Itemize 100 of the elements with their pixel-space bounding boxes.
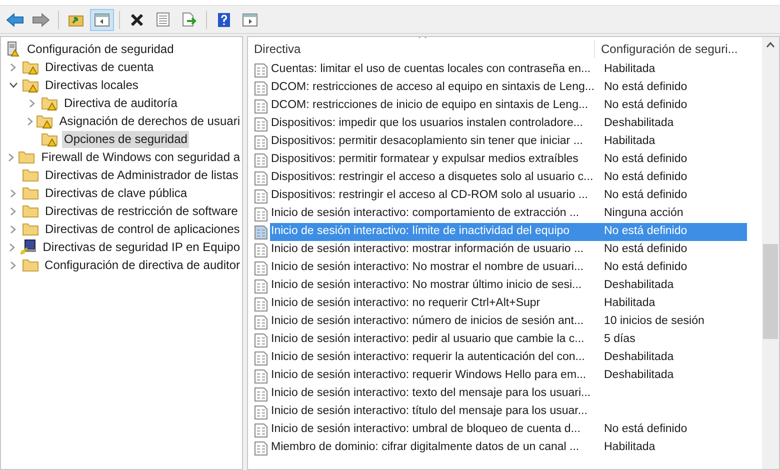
tree-item[interactable]: Asignación de derechos de usuari — [57, 112, 242, 130]
tree-item[interactable]: Directivas de seguridad IP en Equipo — [40, 238, 242, 256]
policy-setting: No está definido — [603, 422, 688, 438]
policy-name: Inicio de sesión interactivo: requerir Windows Hello para em... — [270, 368, 588, 384]
expand-chevron-icon[interactable] — [26, 115, 34, 127]
expand-chevron-icon[interactable] — [7, 241, 17, 253]
scroll-up-icon[interactable] — [766, 42, 775, 48]
tree-item[interactable]: Directivas de Administrador de listas — [43, 166, 240, 184]
tree-item[interactable]: Opciones de seguridad — [62, 130, 190, 148]
folder-icon — [18, 149, 36, 165]
policy-name: Inicio de sesión interactivo: comportamiento de extracción ... — [270, 206, 580, 222]
scroll-thumb[interactable] — [763, 244, 778, 339]
policy-name: Miembro de dominio: cifrar digitalmente datos de un canal ... — [270, 440, 580, 456]
policy-name: Inicio de sesión interactivo: texto del mensaje para los usuari... — [270, 386, 592, 402]
column-header[interactable]: Configuración de seguri... — [594, 40, 744, 58]
policy-name: DCOM: restricciones de acceso al equipo en sintaxis de Leng... — [270, 80, 596, 96]
policy-setting: Habilitada — [603, 296, 656, 312]
policy-icon — [254, 242, 268, 258]
scrollbar[interactable] — [762, 37, 779, 469]
column-header[interactable]: Directiva — [248, 40, 594, 58]
policy-setting: Habilitada — [603, 134, 656, 150]
policy-name: Cuentas: limitar el uso de cuentas locales con contraseña en... — [270, 62, 592, 78]
policy-row[interactable]: Inicio de sesión interactivo: título del mensaje para los usuar... — [270, 403, 747, 421]
policy-row[interactable]: Inicio de sesión interactivo: requerir la autenticación del con... Deshabilitada — [270, 349, 747, 367]
policy-icon — [254, 188, 268, 204]
policy-row[interactable]: Miembro de dominio: cifrar digitalmente datos de un canal ... Habilitada — [270, 439, 747, 457]
policy-icon — [254, 350, 268, 366]
policy-row[interactable]: Inicio de sesión interactivo: No mostrar el nombre de usuari... No está definido — [270, 259, 747, 277]
policy-icon — [254, 116, 268, 132]
tree-item[interactable]: Configuración de directiva de auditor — [42, 256, 242, 274]
locked-folder-icon — [22, 77, 40, 93]
policy-setting: No está definido — [603, 98, 688, 114]
policy-name: Dispositivos: restringir el acceso al CD-ROM solo al usuario ... — [270, 188, 589, 204]
tree-item[interactable]: Directivas de restricción de software — [43, 202, 240, 220]
tree-item[interactable]: Directivas de control de aplicaciones — [43, 220, 242, 238]
policy-icon — [254, 224, 268, 240]
policy-row[interactable]: Inicio de sesión interactivo: pedir al usuario que cambie la c... 5 días — [270, 331, 747, 349]
policy-name: Dispositivos: restringir el acceso a disquetes solo al usuario c... — [270, 170, 594, 186]
policy-setting: Deshabilitada — [603, 368, 674, 384]
policy-icon — [254, 314, 268, 330]
policy-row[interactable]: Inicio de sesión interactivo: comportamiento de extracción ... Ninguna acción — [270, 205, 747, 223]
policy-row[interactable]: Inicio de sesión interactivo: mostrar información de usuario ... No está definido — [270, 241, 747, 259]
locked-folder-icon — [22, 59, 40, 75]
policy-icon — [254, 440, 268, 456]
policy-name: Inicio de sesión interactivo: pedir al usuario que cambie la c... — [270, 332, 586, 348]
policy-icon — [254, 170, 268, 186]
tree-item[interactable]: Firewall de Windows con seguridad a — [39, 148, 242, 166]
policy-row[interactable]: Inicio de sesión interactivo: no requerir Ctrl+Alt+Supr Habilitada — [270, 295, 747, 313]
policy-setting: No está definido — [603, 242, 688, 258]
folder-icon — [22, 185, 40, 201]
folder-icon — [22, 257, 40, 273]
policy-row[interactable]: Inicio de sesión interactivo: No mostrar último inicio de sesi... Deshabilitada — [270, 277, 747, 295]
policy-row[interactable]: Inicio de sesión interactivo: umbral de bloqueo de cuenta d... No está definido — [270, 421, 747, 439]
policy-icon — [254, 332, 268, 348]
locked-folder-icon — [36, 113, 54, 129]
policy-setting: No está definido — [603, 260, 688, 276]
policy-row[interactable]: Inicio de sesión interactivo: número de inicios de sesión ant... 10 inicios de sesión — [270, 313, 747, 331]
policy-name: Inicio de sesión interactivo: título del mensaje para los usuar... — [270, 404, 588, 420]
policy-name: Inicio de sesión interactivo: límite de inactividad del equipo — [270, 224, 571, 240]
policy-name: Inicio de sesión interactivo: mostrar información de usuario ... — [270, 242, 585, 258]
policy-name: Inicio de sesión interactivo: No mostrar último inicio de sesi... — [270, 278, 583, 294]
policy-row[interactable]: Inicio de sesión interactivo: requerir Windows Hello para em... Deshabilitada — [270, 367, 747, 385]
policy-row[interactable]: Dispositivos: permitir desacoplamiento sin tener que iniciar ... Habilitada — [270, 133, 747, 151]
folder-icon — [22, 203, 40, 219]
policy-row[interactable]: Dispositivos: impedir que los usuarios instalen controladore... Deshabilitada — [270, 115, 747, 133]
policy-setting: Habilitada — [603, 62, 656, 78]
tree-item[interactable]: Directivas de clave pública — [43, 184, 190, 202]
tree-item[interactable]: Configuración de seguridad — [25, 40, 176, 58]
tree-item[interactable]: Directivas locales — [43, 76, 140, 94]
policy-setting: Deshabilitada — [603, 350, 674, 366]
policy-row[interactable]: Inicio de sesión interactivo: texto del mensaje para los usuari... — [270, 385, 747, 403]
policy-setting: 10 inicios de sesión — [603, 314, 704, 330]
policy-setting: Habilitada — [603, 440, 656, 456]
policy-icon — [254, 80, 268, 96]
policy-icon — [254, 152, 268, 168]
policy-row[interactable]: Cuentas: limitar el uso de cuentas locales con contraseña en... Habilitada — [270, 61, 747, 79]
expand-chevron-icon[interactable] — [7, 151, 16, 163]
policy-name: Inicio de sesión interactivo: requerir la autenticación del con... — [270, 350, 586, 366]
show-tree-icon[interactable] — [90, 8, 114, 30]
policy-setting: No está definido — [603, 152, 688, 168]
policy-name: Dispositivos: impedir que los usuarios instalen controladore... — [270, 116, 584, 132]
policy-name: Dispositivos: permitir desacoplamiento sin tener que iniciar ... — [270, 134, 584, 150]
tree-item[interactable]: Directiva de auditoría — [62, 94, 180, 112]
policy-row[interactable]: Dispositivos: permitir formatear y expulsar medios extraíbles No está definido — [270, 151, 747, 169]
policy-row[interactable]: DCOM: restricciones de inicio de equipo en sintaxis de Leng... No está definido — [270, 97, 747, 115]
policy-icon — [254, 278, 268, 294]
folder-icon — [22, 221, 40, 237]
policy-name: Inicio de sesión interactivo: no requerir Ctrl+Alt+Supr — [270, 296, 542, 312]
policy-icon — [254, 296, 268, 312]
policy-icon — [254, 206, 268, 222]
policy-setting: 5 días — [603, 332, 636, 348]
policy-setting: Deshabilitada — [603, 116, 674, 132]
policy-row[interactable]: DCOM: restricciones de acceso al equipo en sintaxis de Leng... No está definido — [270, 79, 747, 97]
locked-folder-icon — [41, 95, 59, 111]
policy-row[interactable]: Dispositivos: restringir el acceso al CD-ROM solo al usuario ... No está definido — [270, 187, 747, 205]
policy-row[interactable]: Dispositivos: restringir el acceso a disquetes solo al usuario c... No está definido — [270, 169, 747, 187]
policy-name: Dispositivos: permitir formatear y expulsar medios extraíbles — [270, 152, 580, 168]
computer-key-icon — [20, 239, 38, 255]
tree-item[interactable]: Directivas de cuenta — [43, 58, 156, 76]
policy-setting: No está definido — [603, 188, 688, 204]
